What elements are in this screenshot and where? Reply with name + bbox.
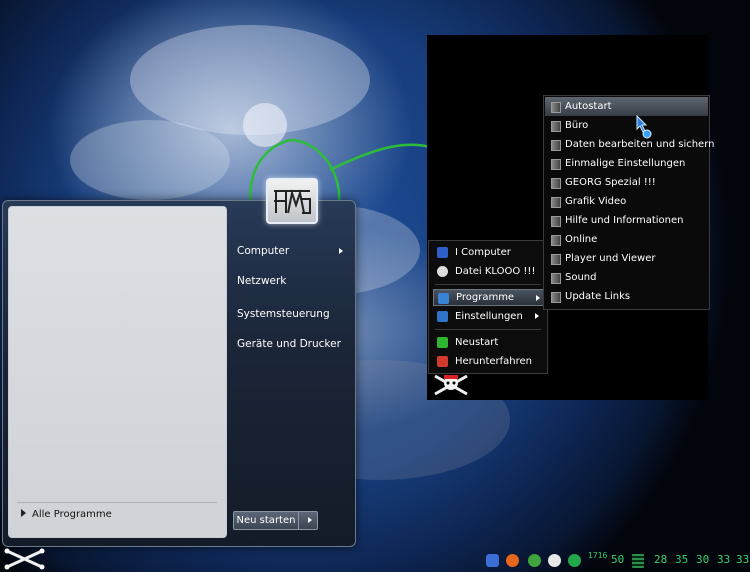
computer-icon: [437, 247, 448, 258]
speedometer-icon[interactable]: [548, 554, 561, 567]
start-menu-programs-pane: Alle Programme: [8, 206, 227, 538]
skull-icon: [437, 266, 448, 277]
restart-label: Neu starten: [234, 512, 299, 529]
menu-item-programme[interactable]: Programme: [433, 289, 545, 306]
folder-icon: [551, 121, 561, 132]
all-programs-button[interactable]: Alle Programme: [17, 505, 217, 525]
folder-icon: [551, 159, 561, 170]
menu-item-label: Neustart: [455, 337, 499, 348]
tray-value: 33: [736, 553, 750, 566]
start-item-label: Systemsteuerung: [237, 308, 330, 320]
triangle-right-icon: [21, 509, 26, 517]
submenu-item-label: Grafik Video: [565, 196, 627, 207]
firefox-icon[interactable]: [506, 554, 519, 567]
chevron-right-icon: [536, 295, 540, 301]
tray-value: 50: [611, 553, 625, 566]
submenu-item-label: Autostart: [565, 101, 612, 112]
restart-button[interactable]: Neu starten: [233, 511, 318, 530]
menu-item-computer[interactable]: I Computer: [433, 244, 543, 261]
divider: [17, 502, 217, 503]
submenu-item-label: Einmalige Einstellungen: [565, 158, 686, 169]
start-item-control-panel[interactable]: Systemsteuerung: [237, 308, 330, 320]
submenu-item-label: GEORG Spezial !!!: [565, 177, 656, 188]
submenu-item-label: Online: [565, 234, 598, 245]
chevron-right-icon[interactable]: [308, 517, 312, 523]
submenu-item-label: Player und Viewer: [565, 253, 656, 264]
submenu-item-online[interactable]: Online: [545, 230, 708, 249]
update-icon[interactable]: [568, 554, 581, 567]
submenu-item-buero[interactable]: Büro: [545, 116, 708, 135]
avatar-logo: [274, 189, 311, 214]
tray-value: 30: [696, 553, 710, 566]
divider: [435, 329, 541, 330]
start-item-label: Geräte und Drucker: [237, 338, 341, 350]
submenu-item-einmalige[interactable]: Einmalige Einstellungen: [545, 154, 708, 173]
folder-icon: [551, 197, 561, 208]
start-item-label: Computer: [237, 245, 290, 257]
tray-value: 35: [675, 553, 689, 566]
submenu-item-sound[interactable]: Sound: [545, 268, 708, 287]
submenu-item-georg[interactable]: GEORG Spezial !!!: [545, 173, 708, 192]
menu-item-datei[interactable]: Datei KLOOO !!!: [433, 263, 543, 280]
submenu-item-update[interactable]: Update Links: [545, 287, 708, 306]
tray-value: 28: [654, 553, 668, 566]
mouse-cursor-icon: [636, 115, 652, 139]
submenu-item-label: Sound: [565, 272, 597, 283]
folder-icon: [551, 178, 561, 189]
programs-icon: [438, 293, 449, 304]
submenu-item-hilfe[interactable]: Hilfe und Informationen: [545, 211, 708, 230]
start-orb-icon[interactable]: [4, 548, 46, 570]
divider: [435, 284, 541, 285]
menu-item-label: I Computer: [455, 247, 511, 258]
menu-item-label: Einstellungen: [455, 311, 523, 322]
menu-item-label: Herunterfahren: [455, 356, 533, 367]
folder-icon: [551, 216, 561, 227]
menu-item-einstellungen[interactable]: Einstellungen: [433, 308, 543, 325]
submenu-item-autostart[interactable]: Autostart: [545, 97, 708, 116]
programs-submenu: Autostart Büro Daten bearbeiten und sich…: [543, 95, 714, 310]
network-icon[interactable]: [528, 554, 541, 567]
user-avatar[interactable]: [266, 178, 318, 224]
settings-icon: [437, 311, 448, 322]
submenu-item-label: Update Links: [565, 291, 631, 302]
start-menu: Alle Programme Computer Netzwerk Systems…: [2, 200, 356, 547]
skull-crossbones-icon[interactable]: [433, 372, 471, 398]
submenu-item-grafik[interactable]: Grafik Video: [545, 192, 708, 211]
menu-item-label: Datei KLOOO !!!: [455, 266, 536, 277]
start-item-network[interactable]: Netzwerk: [237, 275, 286, 287]
folder-icon: [551, 292, 561, 303]
menu-item-herunterfahren[interactable]: Herunterfahren: [433, 353, 543, 370]
submenu-item-daten[interactable]: Daten bearbeiten und sichern: [545, 135, 714, 154]
start-item-label: Netzwerk: [237, 275, 287, 287]
start-item-devices-printers[interactable]: Geräte und Drucker: [237, 338, 341, 350]
meter-icon: [632, 554, 644, 568]
submenu-item-player[interactable]: Player und Viewer: [545, 249, 708, 268]
clock[interactable]: 1716: [588, 551, 607, 560]
chevron-right-icon: [535, 313, 539, 319]
all-programs-label: Alle Programme: [32, 509, 112, 520]
restart-icon: [437, 337, 448, 348]
folder-icon: [551, 254, 561, 265]
folder-icon: [551, 273, 561, 284]
menu-item-neustart[interactable]: Neustart: [433, 334, 543, 351]
folder-icon: [551, 235, 561, 246]
submenu-item-label: Büro: [565, 120, 589, 131]
submenu-item-label: Hilfe und Informationen: [565, 215, 684, 226]
menu-item-label: Programme: [456, 292, 515, 303]
custom-start-menu: I Computer Datei KLOOO !!! Programme Ein…: [428, 240, 548, 374]
folder-icon: [551, 140, 561, 151]
shutdown-icon: [437, 356, 448, 367]
tray-value: 33: [717, 553, 731, 566]
folder-icon: [551, 102, 561, 113]
flag-icon[interactable]: [486, 554, 499, 567]
start-item-computer[interactable]: Computer: [237, 245, 343, 257]
chevron-right-icon: [339, 248, 343, 254]
